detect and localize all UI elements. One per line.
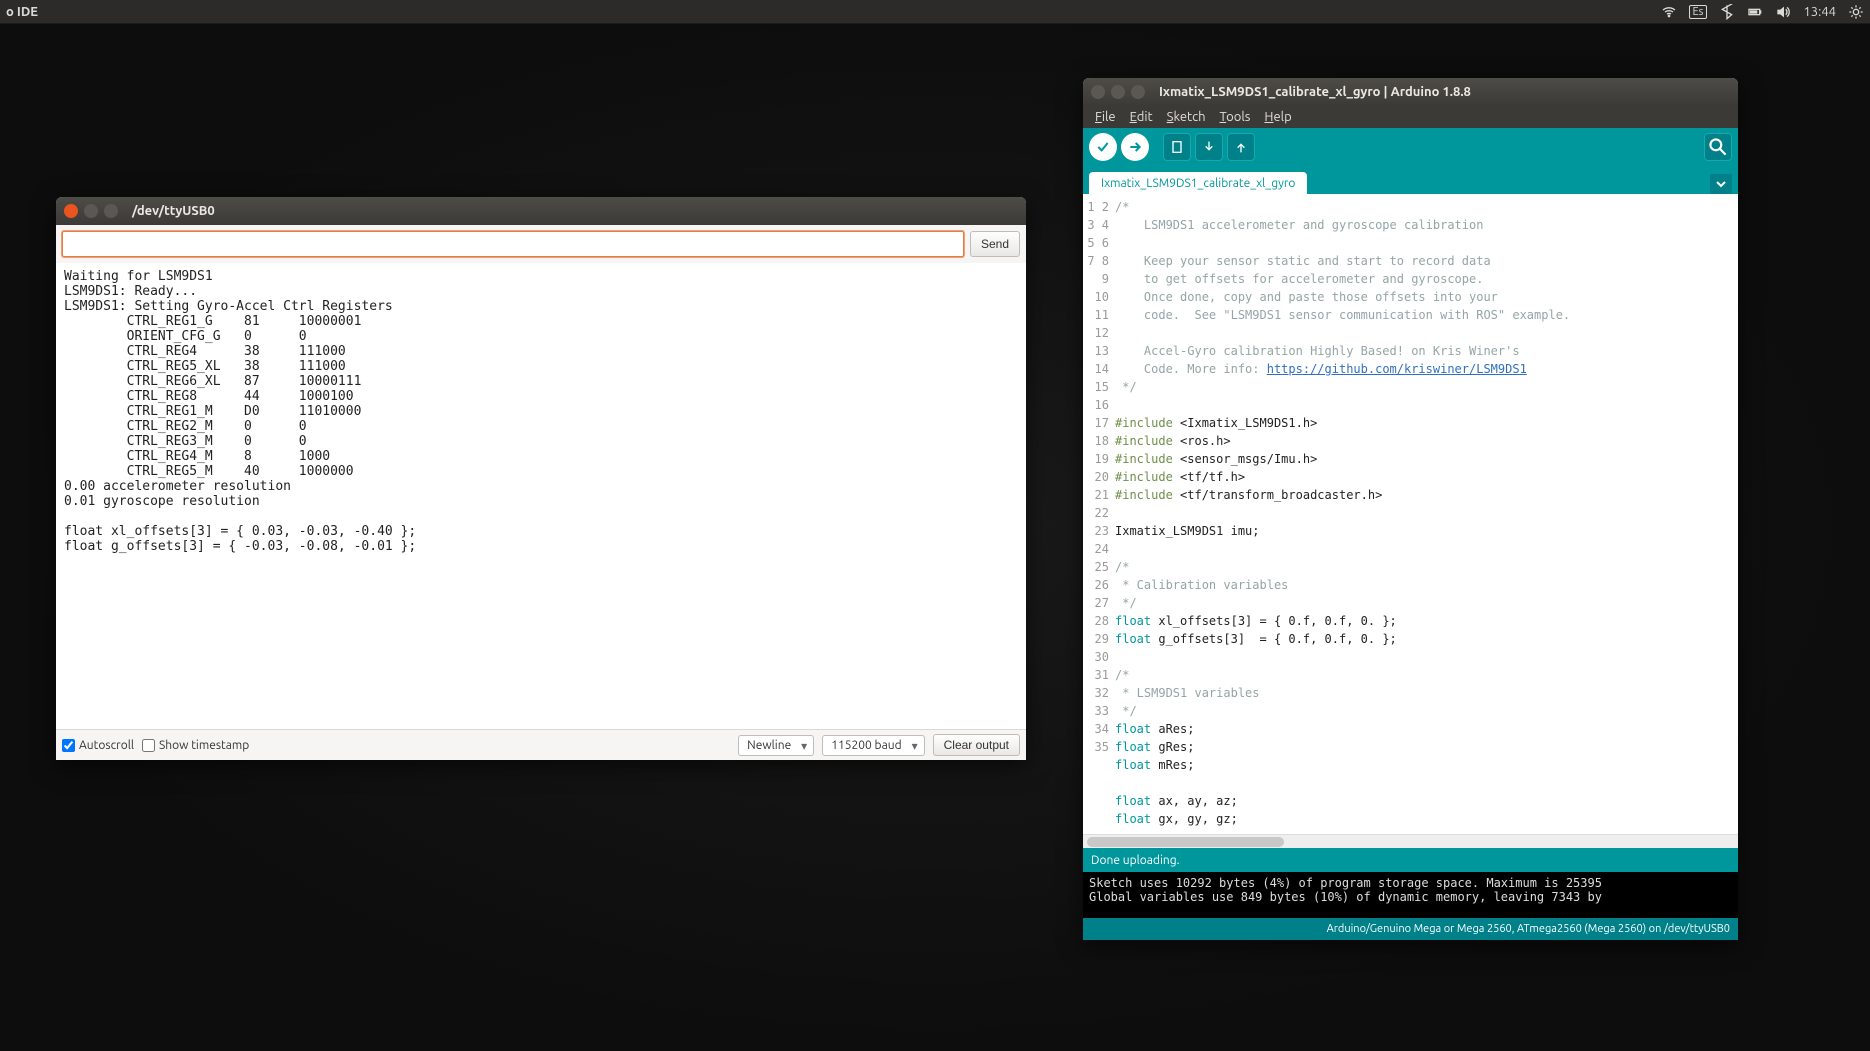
minimize-icon[interactable] xyxy=(84,204,98,218)
ide-title: Ixmatix_LSM9DS1_calibrate_xl_gyro | Ardu… xyxy=(1159,85,1471,99)
keyboard-lang-badge[interactable]: Es xyxy=(1689,5,1708,19)
menu-help[interactable]: Help xyxy=(1258,108,1297,126)
line-number-gutter: 1 2 3 4 5 6 7 8 9 10 11 12 13 14 15 16 1… xyxy=(1083,194,1113,834)
arduino-ide-window: Ixmatix_LSM9DS1_calibrate_xl_gyro | Ardu… xyxy=(1083,78,1738,940)
ide-titlebar[interactable]: Ixmatix_LSM9DS1_calibrate_xl_gyro | Ardu… xyxy=(1083,78,1738,106)
power-gear-icon[interactable] xyxy=(1848,4,1864,20)
show-timestamp-checkbox[interactable]: Show timestamp xyxy=(142,739,249,752)
serial-title: /dev/ttyUSB0 xyxy=(132,204,215,218)
horizontal-scrollbar[interactable] xyxy=(1083,834,1738,848)
minimize-icon[interactable] xyxy=(1111,85,1125,99)
serial-send-input[interactable] xyxy=(62,231,964,257)
ide-console[interactable]: Sketch uses 10292 bytes (4%) of program … xyxy=(1083,872,1738,918)
serial-monitor-button[interactable] xyxy=(1704,133,1732,161)
menu-sketch[interactable]: Sketch xyxy=(1161,108,1212,126)
close-icon[interactable] xyxy=(1091,85,1105,99)
clear-output-button[interactable]: Clear output xyxy=(933,734,1020,756)
menu-file[interactable]: File xyxy=(1089,108,1122,126)
send-button[interactable]: Send xyxy=(970,231,1020,257)
maximize-icon[interactable] xyxy=(104,204,118,218)
battery-icon[interactable] xyxy=(1747,4,1763,20)
menu-tools[interactable]: Tools xyxy=(1214,108,1257,126)
line-ending-select[interactable]: Newline xyxy=(738,735,814,756)
open-button[interactable] xyxy=(1195,133,1223,161)
serial-output[interactable]: Waiting for LSM9DS1 LSM9DS1: Ready... LS… xyxy=(56,263,1026,729)
close-icon[interactable] xyxy=(64,204,78,218)
code-editor[interactable]: 1 2 3 4 5 6 7 8 9 10 11 12 13 14 15 16 1… xyxy=(1083,194,1738,834)
ide-toolbar xyxy=(1083,128,1738,166)
system-top-bar: o IDE Es 13:44 xyxy=(0,0,1870,24)
clock[interactable]: 13:44 xyxy=(1803,5,1836,19)
volume-icon[interactable] xyxy=(1775,4,1791,20)
baud-select[interactable]: 115200 baud xyxy=(822,735,924,756)
verify-button[interactable] xyxy=(1089,133,1117,161)
maximize-icon[interactable] xyxy=(1131,85,1145,99)
new-button[interactable] xyxy=(1163,133,1191,161)
upload-button[interactable] xyxy=(1121,133,1149,161)
wifi-icon[interactable] xyxy=(1661,4,1677,20)
autoscroll-checkbox[interactable]: Autoscroll xyxy=(62,739,134,752)
serial-monitor-window: /dev/ttyUSB0 Send Waiting for LSM9DS1 LS… xyxy=(56,197,1026,760)
bluetooth-icon[interactable] xyxy=(1719,4,1735,20)
tab-dropdown-icon[interactable] xyxy=(1710,174,1732,194)
serial-titlebar[interactable]: /dev/ttyUSB0 xyxy=(56,197,1026,225)
code-area[interactable]: /* LSM9DS1 accelerometer and gyroscope c… xyxy=(1113,194,1738,834)
ide-tabbar: Ixmatix_LSM9DS1_calibrate_xl_gyro xyxy=(1083,166,1738,194)
save-button[interactable] xyxy=(1227,133,1255,161)
app-name: o IDE xyxy=(6,5,1661,19)
ide-menubar: File Edit Sketch Tools Help xyxy=(1083,106,1738,128)
menu-edit[interactable]: Edit xyxy=(1124,108,1159,126)
sketch-tab[interactable]: Ixmatix_LSM9DS1_calibrate_xl_gyro xyxy=(1089,172,1307,194)
ide-status-bar: Done uploading. xyxy=(1083,848,1738,872)
ide-footer: Arduino/Genuino Mega or Mega 2560, ATmeg… xyxy=(1083,918,1738,940)
